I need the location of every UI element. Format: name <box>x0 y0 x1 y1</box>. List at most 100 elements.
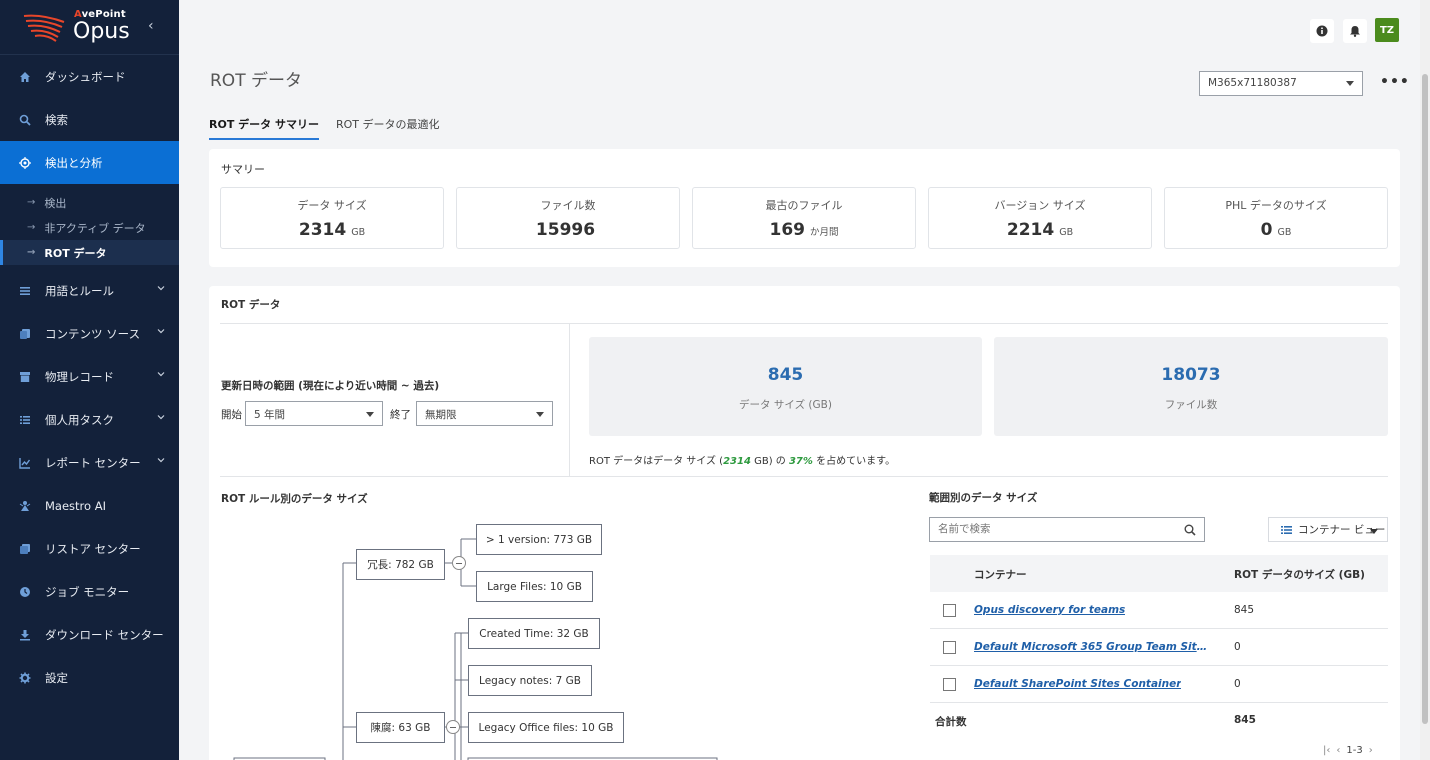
rot-size-cell: 0 <box>1234 641 1241 653</box>
nav-restore-center[interactable]: リストア センター <box>0 527 179 570</box>
nav-dashboard[interactable]: ダッシュボード <box>0 55 179 98</box>
nav-search[interactable]: 検索 <box>0 98 179 141</box>
rot-count-box: 18073 ファイル数 <box>994 337 1388 436</box>
container-view-dropdown[interactable]: コンテナー ビュー <box>1268 517 1388 542</box>
table-row: Opus discovery for teams 845 <box>930 592 1388 629</box>
nav-terms-rules[interactable]: 用語とルール <box>0 269 179 312</box>
archive-icon <box>18 370 32 384</box>
nav-job-monitor[interactable]: ジョブ モニター <box>0 570 179 613</box>
logo: AvePoint Opus ‹ <box>0 0 179 55</box>
chevron-down-icon <box>157 458 165 463</box>
nav-download-center[interactable]: ダウンロード センター <box>0 613 179 656</box>
tab-rot-summary[interactable]: ROT データ サマリー <box>209 116 319 140</box>
tasks-icon <box>18 413 32 427</box>
list-icon <box>18 284 32 298</box>
collapse-node-icon[interactable] <box>452 556 466 570</box>
nav-content-sources[interactable]: コンテンツ ソース <box>0 312 179 355</box>
gear-icon <box>18 671 32 685</box>
nav-physical-records[interactable]: 物理レコード <box>0 355 179 398</box>
nav-label: ジョブ モニター <box>45 584 130 599</box>
nav-report-center[interactable]: レポート センター <box>0 441 179 484</box>
col-rot-size: ROT データのサイズ (GB) <box>1234 569 1365 581</box>
sub-item-inactive-data[interactable]: → 非アクティブ データ <box>0 215 179 240</box>
bell-icon <box>1350 26 1360 37</box>
home-icon <box>18 70 32 84</box>
rot-count-value: 18073 <box>1161 365 1221 385</box>
rot-size-cell: 0 <box>1234 678 1241 690</box>
row-checkbox[interactable] <box>943 641 956 654</box>
product-name: Opus <box>73 19 130 44</box>
nav-label: 物理レコード <box>45 369 114 384</box>
total-value: 845 <box>1234 714 1256 726</box>
collapse-sidebar-button[interactable]: ‹ <box>148 18 154 34</box>
nav-label: Maestro AI <box>45 498 106 513</box>
nav-personal-tasks[interactable]: 個人用タスク <box>0 398 179 441</box>
nav-label: 検索 <box>45 112 68 127</box>
scrollbar-track[interactable] <box>1420 0 1430 760</box>
nav-discovery-analysis[interactable]: 検出と分析 <box>0 141 179 184</box>
nav-label: 用語とルール <box>45 283 114 298</box>
next-page-icon[interactable]: › <box>1369 745 1373 756</box>
download-icon <box>18 628 32 642</box>
page-range: 1-3 <box>1346 745 1363 756</box>
stat-file-count: ファイル数 15996 <box>456 187 680 249</box>
target-icon <box>18 156 32 170</box>
chevron-down-icon <box>157 415 165 420</box>
container-link[interactable]: Opus discovery for teams <box>974 604 1125 616</box>
nav-label: 検出と分析 <box>45 155 103 170</box>
tree-node-obsolete[interactable]: 陳腐: 63 GB <box>356 712 445 743</box>
user-avatar[interactable]: TZ <box>1375 18 1399 42</box>
tab-rot-optimization[interactable]: ROT データの最適化 <box>336 116 440 140</box>
info-button[interactable] <box>1310 19 1334 43</box>
scope-title: 範囲別のデータ サイズ <box>929 492 1038 504</box>
tree-node-created-time[interactable]: Created Time: 32 GB <box>468 618 600 649</box>
nav-label: リストア センター <box>45 541 141 556</box>
arrow-right-icon: → <box>27 197 36 208</box>
container-link[interactable]: Default SharePoint Sites Container <box>974 678 1181 690</box>
summary-title: サマリー <box>221 163 265 176</box>
files-icon <box>18 327 32 341</box>
page-title: ROT データ <box>210 71 302 91</box>
tree-node-legacy-notes[interactable]: Legacy notes: 7 GB <box>468 665 592 696</box>
chevron-down-icon <box>157 286 165 291</box>
maestro-icon <box>18 499 32 513</box>
row-checkbox[interactable] <box>943 604 956 617</box>
rot-count-label: ファイル数 <box>1164 399 1218 411</box>
search-icon[interactable] <box>1184 524 1196 536</box>
tab-bar: ROT データ サマリー ROT データの最適化 <box>209 116 440 140</box>
notifications-button[interactable] <box>1343 19 1367 43</box>
nav-label: レポート センター <box>45 455 141 470</box>
sub-item-rot-data[interactable]: → ROT データ <box>0 240 179 265</box>
tree-node-legacy-office[interactable]: Legacy Office files: 10 GB <box>468 712 624 743</box>
scrollbar-thumb[interactable] <box>1422 74 1428 724</box>
discovery-submenu: → 検出 → 非アクティブ データ → ROT データ <box>0 184 179 269</box>
tree-node-large-files[interactable]: Large Files: 10 GB <box>476 571 593 602</box>
row-checkbox[interactable] <box>943 678 956 691</box>
name-search-input[interactable] <box>938 523 1168 535</box>
tree-node-redundant[interactable]: 冗長: 782 GB <box>356 549 445 580</box>
tenant-value: M365x71180387 <box>1208 77 1297 89</box>
prev-page-icon[interactable]: ‹ <box>1336 745 1340 756</box>
first-page-icon[interactable]: |‹ <box>1323 745 1330 756</box>
pagination: |‹ ‹ 1-3 › <box>1323 745 1373 756</box>
nav-label: ダッシュボード <box>45 69 126 84</box>
rot-size-cell: 845 <box>1234 604 1255 616</box>
avepoint-logo-icon <box>23 14 65 42</box>
tree-node-version[interactable]: > 1 version: 773 GB <box>476 524 602 555</box>
nav-maestro-ai[interactable]: Maestro AI <box>0 484 179 527</box>
collapse-node-icon[interactable] <box>446 720 460 734</box>
nav-label: コンテンツ ソース <box>45 326 141 341</box>
table-row: Default SharePoint Sites Container 0 <box>930 666 1388 703</box>
tenant-select[interactable]: M365x71180387 <box>1199 71 1363 96</box>
sub-item-discovery[interactable]: → 検出 <box>0 190 179 215</box>
chevron-down-icon <box>157 372 165 377</box>
arrow-right-icon: → <box>27 247 36 258</box>
caret-down-icon <box>1370 529 1378 534</box>
nav-settings[interactable]: 設定 <box>0 656 179 699</box>
more-options-button[interactable]: ••• <box>1380 74 1410 90</box>
sidebar: AvePoint Opus ‹ ダッシュボード 検索 検出と分析 → 検出 → 非ア… <box>0 0 179 760</box>
container-link[interactable]: Default Microsoft 365 Group Team Sites C… <box>974 641 1214 653</box>
arrow-right-icon: → <box>27 222 36 233</box>
clock-icon <box>18 585 32 599</box>
chart-icon <box>18 456 32 470</box>
